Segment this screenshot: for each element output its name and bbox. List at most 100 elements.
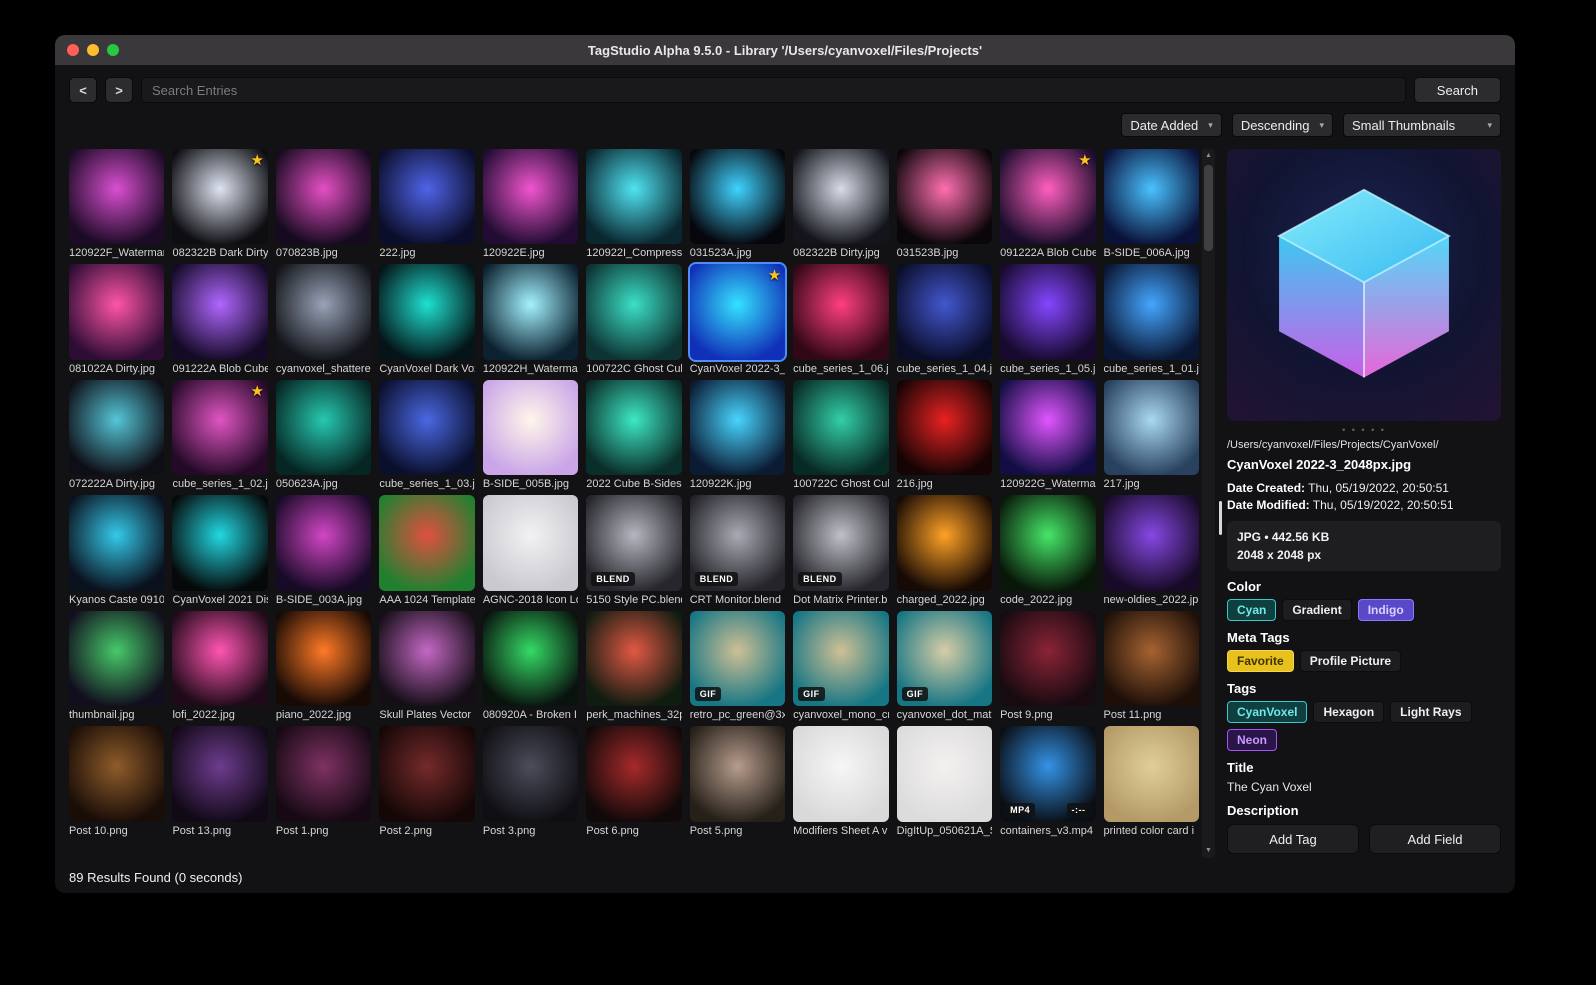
thumbnail-image[interactable]: ★: [689, 379, 786, 476]
grid-item[interactable]: ★ thumbnail.jpg: [69, 610, 165, 721]
thumbnail-image[interactable]: ★ GIF: [689, 610, 786, 707]
grid-item[interactable]: ★ B-SIDE_003A.jpg: [275, 495, 372, 606]
grid-scrollbar[interactable]: ▲ ▼: [1202, 149, 1215, 858]
thumbnail-image[interactable]: ★: [896, 379, 993, 476]
thumbnail-image[interactable]: ★: [689, 726, 786, 822]
thumbnail-image[interactable]: ★: [793, 726, 889, 822]
thumbnail-image[interactable]: ★: [69, 379, 165, 476]
thumbnail-image[interactable]: ★: [793, 264, 889, 360]
resize-handle[interactable]: • • • • •: [1227, 426, 1501, 435]
scrollbar-track[interactable]: [1202, 163, 1215, 844]
grid-item[interactable]: ★ GIF cyanvoxel_mono_cr: [793, 610, 889, 721]
thumbnail-image[interactable]: ★: [896, 149, 993, 245]
grid-item[interactable]: ★ 091222A Blob Cube: [1000, 149, 1096, 259]
grid-item[interactable]: ★ BLEND 5150 Style PC.blend: [586, 495, 682, 606]
thumbnail-image[interactable]: ★: [1000, 495, 1096, 591]
thumbnail-image[interactable]: ★: [586, 379, 682, 476]
tag-neon[interactable]: Neon: [1227, 728, 1277, 751]
thumbnail-image[interactable]: ★ MP4 -:--: [1000, 726, 1096, 822]
grid-item[interactable]: ★ cube_series_1_03.j: [379, 379, 475, 490]
grid-item[interactable]: ★ Post 1.png: [275, 726, 372, 837]
thumbnail-image[interactable]: ★: [69, 610, 165, 707]
thumbnail-image[interactable]: ★: [482, 379, 579, 476]
thumbnail-image[interactable]: ★: [379, 726, 475, 822]
grid-item[interactable]: ★ Kyanos Caste 0910: [69, 495, 165, 606]
thumbnail-image[interactable]: ★: [379, 264, 475, 360]
grid-item[interactable]: ★ 100722C Ghost Cub: [586, 264, 682, 375]
grid-item[interactable]: ★ 120922E.jpg: [482, 149, 579, 259]
thumbnail-image[interactable]: ★: [172, 610, 268, 707]
thumbnail-image[interactable]: ★: [172, 379, 268, 476]
tag-hexagon[interactable]: Hexagon: [1313, 700, 1385, 723]
grid-item[interactable]: ★ 222.jpg: [379, 149, 475, 259]
add-tag-button[interactable]: Add Tag: [1227, 824, 1359, 854]
thumbnail-image[interactable]: ★: [69, 264, 165, 360]
thumbnail-image[interactable]: ★ BLEND: [793, 495, 889, 591]
thumbnail-image[interactable]: ★: [275, 379, 372, 476]
thumbnail-image[interactable]: ★: [482, 264, 579, 360]
scroll-down-icon[interactable]: ▼: [1205, 844, 1212, 858]
preview-image[interactable]: [1227, 149, 1501, 421]
zoom-window-button[interactable]: [107, 44, 119, 56]
grid-item[interactable]: ★ Post 13.png: [172, 726, 268, 837]
thumbnail-image[interactable]: ★ GIF: [793, 610, 889, 707]
grid-item[interactable]: ★ 081022A Dirty.jpg: [69, 264, 165, 375]
thumbnail-image[interactable]: ★: [379, 149, 475, 245]
grid-item[interactable]: ★ B-SIDE_006A.jpg: [1103, 149, 1199, 259]
thumbnail-image[interactable]: ★: [586, 726, 682, 822]
tag-favorite[interactable]: Favorite: [1227, 649, 1294, 672]
thumbnail-image[interactable]: ★ BLEND: [586, 495, 682, 591]
thumbnail-image[interactable]: ★: [793, 379, 889, 476]
search-input[interactable]: [141, 77, 1406, 103]
tag-profile-picture[interactable]: Profile Picture: [1299, 649, 1402, 672]
grid-item[interactable]: ★ CyanVoxel 2022-3_: [687, 262, 788, 375]
sort-field-dropdown[interactable]: Date Added ▾: [1121, 113, 1222, 137]
grid-item[interactable]: ★ 120922K.jpg: [689, 379, 786, 490]
grid-item[interactable]: ★ 050623A.jpg: [275, 379, 372, 490]
thumbnail-image[interactable]: ★: [1103, 379, 1199, 476]
grid-item[interactable]: ★ charged_2022.jpg: [896, 495, 993, 606]
grid-item[interactable]: ★ cube_series_1_05.j: [1000, 264, 1096, 375]
grid-item[interactable]: ★ cube_series_1_06.j: [793, 264, 889, 375]
grid-item[interactable]: ★ CyanVoxel 2021 Dis: [172, 495, 268, 606]
grid-item[interactable]: ★ 100722C Ghost Cub: [793, 379, 889, 490]
grid-item[interactable]: ★ 031523A.jpg: [689, 149, 786, 259]
grid-item[interactable]: ★ 120922I_Compresse: [586, 149, 682, 259]
grid-item[interactable]: ★ printed color card i: [1103, 726, 1199, 837]
thumbnail-image[interactable]: ★ GIF: [896, 610, 993, 707]
grid-item[interactable]: ★ B-SIDE_005B.jpg: [482, 379, 579, 490]
grid-item[interactable]: ★ cube_series_1_04.j: [896, 264, 993, 375]
thumbnail-image[interactable]: ★: [1000, 149, 1096, 245]
grid-item[interactable]: ★ Post 11.png: [1103, 610, 1199, 721]
thumbnail-image[interactable]: ★: [1103, 495, 1199, 591]
thumbnail-image[interactable]: ★: [1103, 610, 1199, 707]
tag-cyanvoxel[interactable]: CyanVoxel: [1227, 700, 1308, 723]
grid-item[interactable]: ★ Post 10.png: [69, 726, 165, 837]
thumbnail-image[interactable]: ★: [482, 495, 579, 591]
grid-item[interactable]: ★ 070823B.jpg: [275, 149, 372, 259]
grid-item[interactable]: ★ AGNC-2018 Icon Lo: [482, 495, 579, 606]
thumbnail-image[interactable]: ★: [896, 726, 993, 822]
grid-item[interactable]: ★ CyanVoxel Dark Vox: [379, 264, 475, 375]
thumbnail-image[interactable]: ★: [1000, 610, 1096, 707]
grid-item[interactable]: ★ GIF cyanvoxel_dot_mat: [896, 610, 993, 721]
scrollbar-thumb[interactable]: [1204, 165, 1213, 251]
tag-gradient[interactable]: Gradient: [1282, 598, 1352, 621]
tag-light-rays[interactable]: Light Rays: [1390, 700, 1472, 723]
grid-item[interactable]: ★ BLEND CRT Monitor.blend: [689, 495, 786, 606]
grid-item[interactable]: ★ Post 3.png: [482, 726, 579, 837]
thumbnail-image[interactable]: ★: [482, 610, 579, 707]
thumbnail-image[interactable]: ★: [896, 495, 993, 591]
grid-item[interactable]: ★ 082322B Dirty.jpg: [793, 149, 889, 259]
grid-item[interactable]: ★ 120922F_Watermark: [69, 149, 165, 259]
thumbnail-image[interactable]: ★: [793, 149, 889, 245]
thumbnail-image[interactable]: ★: [586, 610, 682, 707]
grid-item[interactable]: ★ 091222A Blob Cube: [172, 264, 268, 375]
grid-item[interactable]: ★ AAA 1024 Template: [379, 495, 475, 606]
thumbnail-image[interactable]: ★: [275, 610, 372, 707]
search-button[interactable]: Search: [1413, 77, 1501, 103]
sort-direction-dropdown[interactable]: Descending ▾: [1231, 113, 1333, 137]
minimize-window-button[interactable]: [87, 44, 99, 56]
thumbnail-image[interactable]: ★: [1103, 726, 1199, 822]
grid-item[interactable]: ★ lofi_2022.jpg: [172, 610, 268, 721]
